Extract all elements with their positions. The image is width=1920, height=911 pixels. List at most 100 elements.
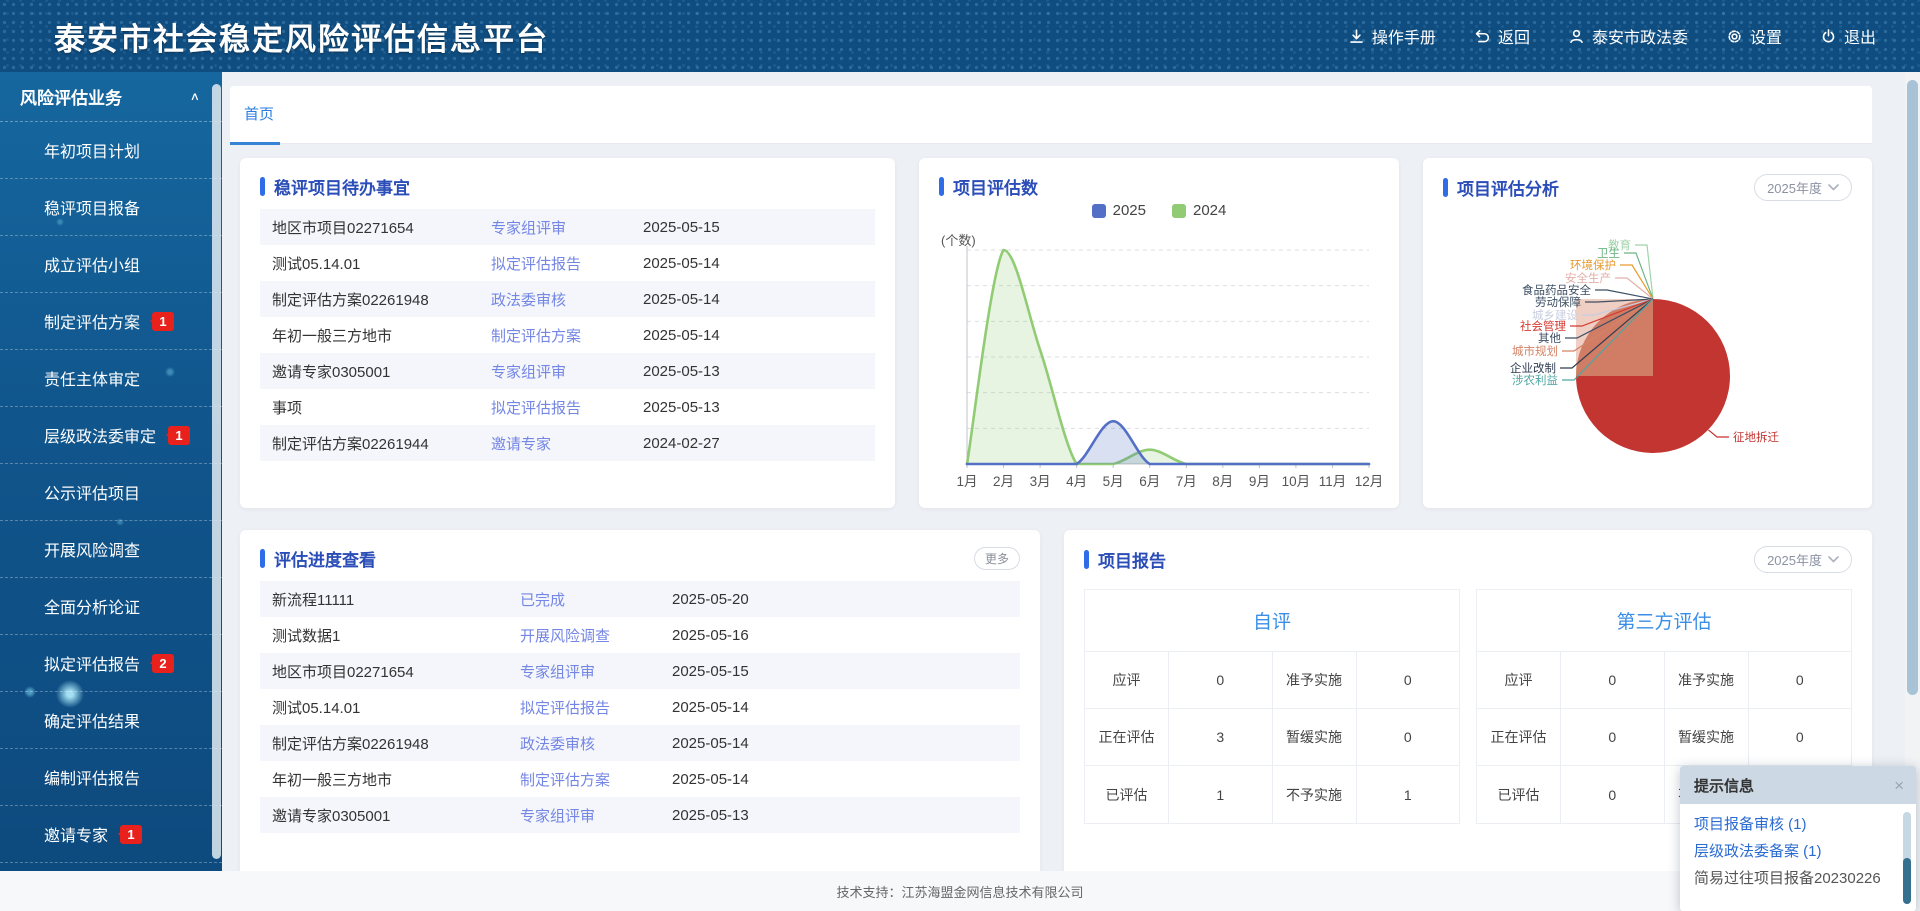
svg-text:7月: 7月 xyxy=(1176,474,1197,489)
date-text: 2025-05-14 xyxy=(643,255,747,272)
panel-todo-items: 稳评项目待办事宜 地区市项目02271654专家组评审2025-05-15测试0… xyxy=(240,158,895,508)
date-text: 2025-05-20 xyxy=(672,591,776,608)
report-table-title: 第三方评估 xyxy=(1477,590,1851,652)
notification-popup: 提示信息 × 项目报备审核 (1)层级政法委备案 (1)简易过往项目报备2023… xyxy=(1680,766,1916,911)
header-menu-return[interactable]: 返回 xyxy=(1474,24,1530,48)
header-menu-download[interactable]: 操作手册 xyxy=(1348,24,1436,48)
report-cell-value: 0 xyxy=(1357,709,1460,765)
page-scrollbar-thumb[interactable] xyxy=(1907,80,1918,695)
stage-link[interactable]: 制定评估方案 xyxy=(520,769,672,790)
svg-text:11月: 11月 xyxy=(1319,474,1347,489)
report-cell-label: 不予实施 xyxy=(1273,766,1357,823)
sidebar-item[interactable]: 开展风险调查 xyxy=(0,521,222,578)
eval-count-line-chart: 1月2月3月4月5月6月7月8月9月10月11月12月 xyxy=(931,236,1383,509)
sidebar-item-label: 稳评项目报备 xyxy=(44,195,140,219)
report-table-row: 应评0准予实施0 xyxy=(1085,652,1459,709)
tab-bar: 首页 xyxy=(230,86,1872,144)
svg-text:环境保护: 环境保护 xyxy=(1570,258,1616,272)
stage-link[interactable]: 拟定评估报告 xyxy=(491,253,643,274)
stage-link[interactable]: 已完成 xyxy=(520,589,672,610)
report-cell-value: 0 xyxy=(1169,652,1273,708)
panel-eval-count-title: 项目评估数 xyxy=(939,174,1038,199)
sidebar-item-label: 责任主体审定 xyxy=(44,366,140,390)
popup-scrollbar-thumb[interactable] xyxy=(1903,858,1911,904)
project-name: 地区市项目02271654 xyxy=(272,217,491,238)
dashboard: 稳评项目待办事宜 地区市项目02271654专家组评审2025-05-15测试0… xyxy=(222,144,1898,871)
notification-badge: 1 xyxy=(120,825,142,844)
svg-text:8月: 8月 xyxy=(1212,474,1233,489)
return-icon xyxy=(1474,28,1491,45)
popup-link[interactable]: 层级政法委备案 (1) xyxy=(1694,838,1894,865)
stage-link[interactable]: 专家组评审 xyxy=(520,805,672,826)
sidebar-item[interactable]: 层级政法委审定1 xyxy=(0,407,222,464)
sidebar-item[interactable]: 邀请专家1 xyxy=(0,806,222,863)
download-icon xyxy=(1348,28,1365,45)
project-name: 制定评估方案02261948 xyxy=(272,289,491,310)
date-text: 2025-05-14 xyxy=(672,699,776,716)
stage-link[interactable]: 政法委审核 xyxy=(491,289,643,310)
sidebar-item-label: 编制评估报告 xyxy=(44,765,140,789)
report-cell-value: 1 xyxy=(1169,766,1273,823)
popup-link[interactable]: 项目报备审核 (1) xyxy=(1694,811,1894,838)
header-menu-gear[interactable]: 设置 xyxy=(1726,24,1782,48)
report-cell-value: 0 xyxy=(1561,652,1665,708)
stage-link[interactable]: 拟定评估报告 xyxy=(520,697,672,718)
list-item: 邀请专家0305001专家组评审2025-05-13 xyxy=(260,353,875,389)
sidebar-item[interactable]: 年初项目计划 xyxy=(0,122,222,179)
svg-text:5月: 5月 xyxy=(1103,474,1124,489)
stage-link[interactable]: 邀请专家 xyxy=(491,433,643,454)
sidebar-group-risk-assessment[interactable]: 风险评估业务 ∧ xyxy=(0,72,222,122)
panel-progress: 评估进度查看 更多 新流程11111已完成2025-05-20测试数据1开展风险… xyxy=(240,530,1040,871)
header-menu-user[interactable]: 泰安市政法委 xyxy=(1568,24,1688,48)
legend-item-2025[interactable]: 2025 xyxy=(1092,202,1146,219)
sidebar-item[interactable]: 责任主体审定 xyxy=(0,350,222,407)
header-menu-label: 操作手册 xyxy=(1372,24,1436,48)
app-header: 泰安市社会稳定风险评估信息平台 操作手册 返回 泰安市政法委 设置 退出 xyxy=(0,0,1920,72)
date-text: 2025-05-14 xyxy=(672,735,776,752)
sidebar-item[interactable]: 稳评项目报备 xyxy=(0,179,222,236)
project-name: 制定评估方案02261948 xyxy=(272,733,520,754)
report-cell-label: 正在评估 xyxy=(1085,709,1169,765)
sidebar-item-label: 全面分析论证 xyxy=(44,594,140,618)
sidebar-item[interactable]: 拟定评估报告2 xyxy=(0,635,222,692)
report-cell-label: 已评估 xyxy=(1085,766,1169,823)
list-item: 制定评估方案02261948政法委审核2025-05-14 xyxy=(260,725,1020,761)
svg-text:4月: 4月 xyxy=(1066,474,1087,489)
report-cell-label: 准予实施 xyxy=(1273,652,1357,708)
app-title: 泰安市社会稳定风险评估信息平台 xyxy=(0,14,549,59)
progress-more-button[interactable]: 更多 xyxy=(974,547,1020,570)
legend-item-2024[interactable]: 2024 xyxy=(1172,202,1226,219)
panel-eval-analysis-title: 项目评估分析 xyxy=(1443,175,1559,200)
header-menu-power[interactable]: 退出 xyxy=(1820,24,1876,48)
list-item: 年初一般三方地市制定评估方案2025-05-14 xyxy=(260,761,1020,797)
stage-link[interactable]: 专家组评审 xyxy=(491,217,643,238)
analysis-year-dropdown[interactable]: 2025年度 xyxy=(1754,174,1852,201)
stage-link[interactable]: 政法委审核 xyxy=(520,733,672,754)
list-item: 地区市项目02271654专家组评审2025-05-15 xyxy=(260,209,875,245)
stage-link[interactable]: 专家组评审 xyxy=(491,361,643,382)
sidebar-item[interactable]: 全面分析论证 xyxy=(0,578,222,635)
stage-link[interactable]: 开展风险调查 xyxy=(520,625,672,646)
svg-text:涉农利益: 涉农利益 xyxy=(1512,373,1558,387)
svg-text:城市规划: 城市规划 xyxy=(1512,344,1558,358)
legend-label: 2024 xyxy=(1193,202,1226,219)
sidebar-group-label: 风险评估业务 xyxy=(20,84,122,109)
sidebar-item[interactable]: 确定评估结果 xyxy=(0,692,222,749)
panel-report-title: 项目报告 xyxy=(1084,547,1166,572)
close-icon[interactable]: × xyxy=(1894,777,1904,794)
stage-link[interactable]: 专家组评审 xyxy=(520,661,672,682)
report-year-dropdown[interactable]: 2025年度 xyxy=(1754,546,1852,573)
sidebar-item-label: 成立评估小组 xyxy=(44,252,140,276)
stage-link[interactable]: 制定评估方案 xyxy=(491,325,643,346)
sidebar-item[interactable]: 公示评估项目 xyxy=(0,464,222,521)
stage-link[interactable]: 拟定评估报告 xyxy=(491,397,643,418)
sidebar-scrollbar[interactable] xyxy=(212,84,221,859)
sidebar-item[interactable]: 成立评估小组 xyxy=(0,236,222,293)
footer: 技术支持：江苏海盟金网信息技术有限公司 xyxy=(0,871,1920,911)
tab-home[interactable]: 首页 xyxy=(230,86,288,144)
report-cell-label: 已评估 xyxy=(1477,766,1561,823)
tab-active-underline xyxy=(230,142,280,145)
project-name: 测试05.14.01 xyxy=(272,697,520,718)
sidebar-item[interactable]: 制定评估方案1 xyxy=(0,293,222,350)
sidebar-item[interactable]: 编制评估报告 xyxy=(0,749,222,806)
